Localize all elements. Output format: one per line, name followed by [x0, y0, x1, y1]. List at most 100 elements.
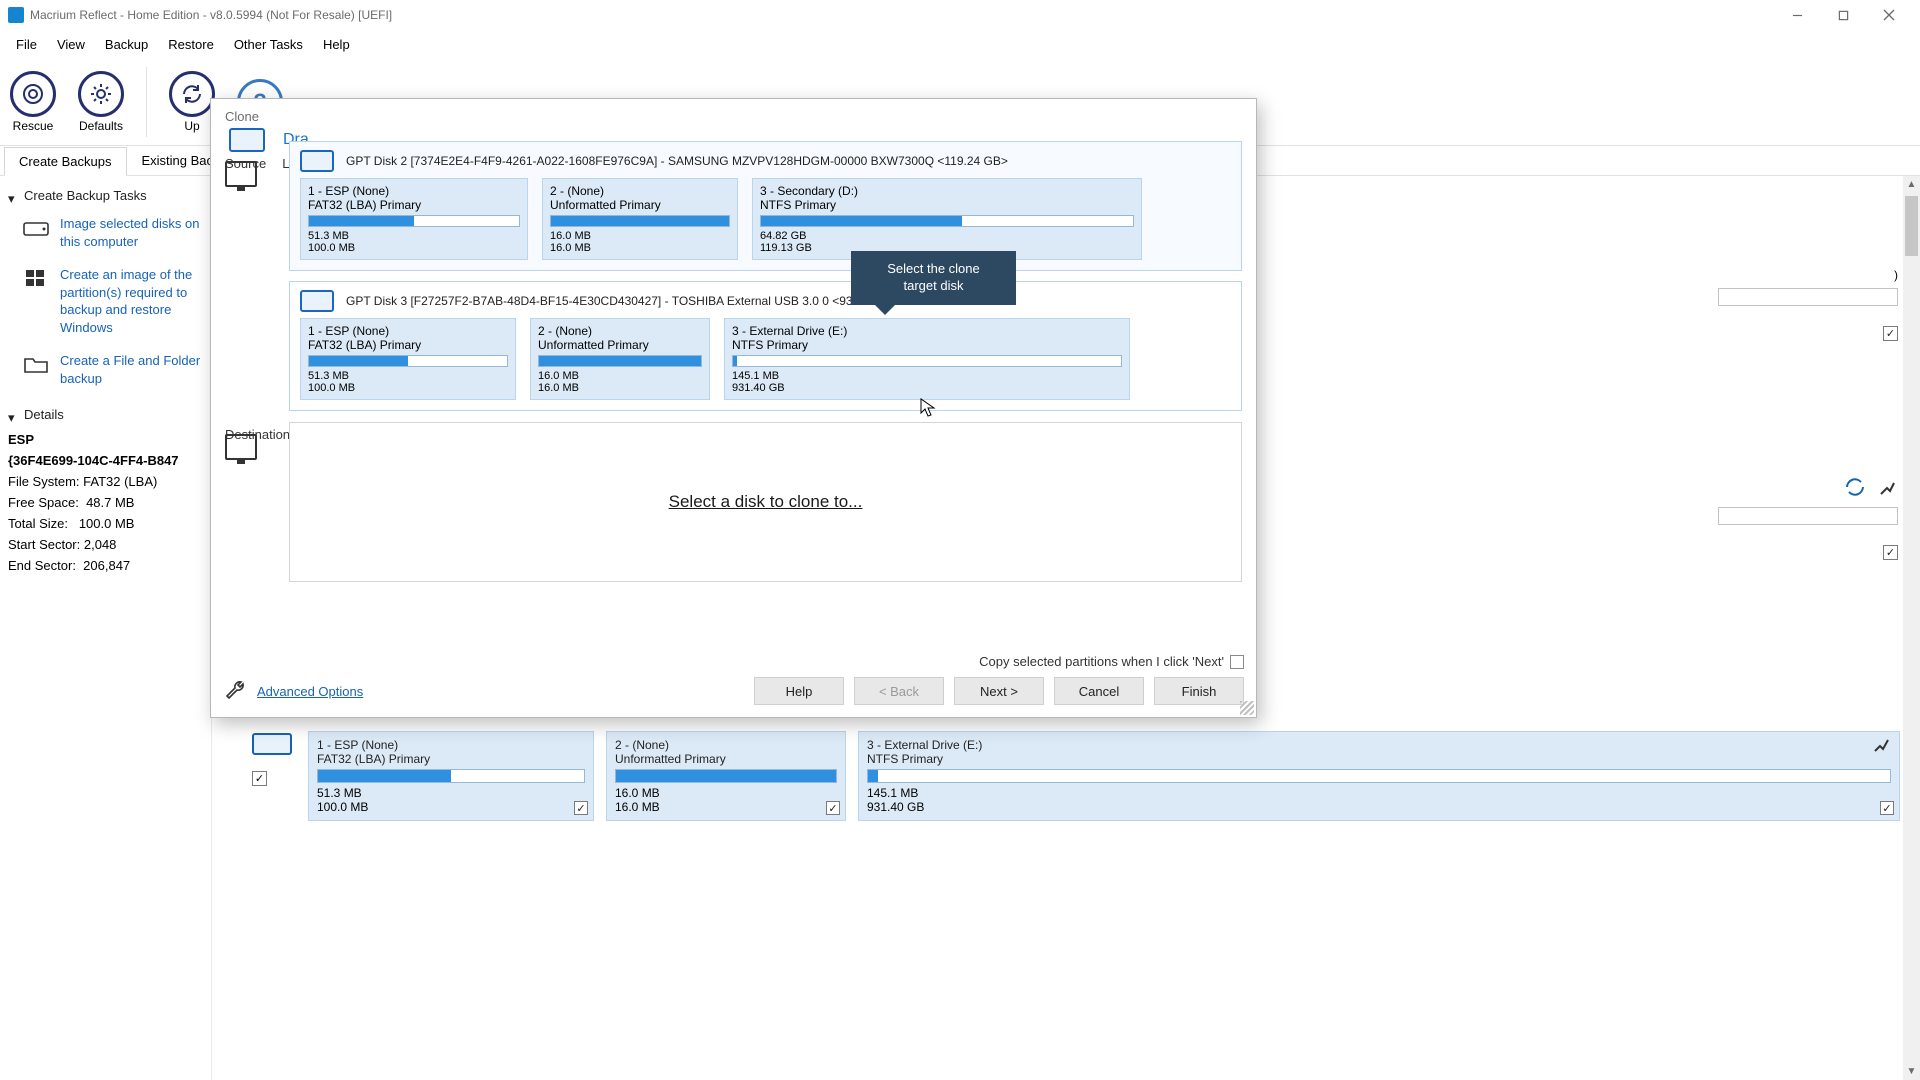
- sidebar: ▾ Create Backup Tasks Image selected dis…: [0, 176, 212, 1080]
- partition-card[interactable]: 1 - ESP (None)FAT32 (LBA) Primary 51.3 MB…: [300, 178, 528, 260]
- bg-partition-1[interactable]: 1 - ESP (None) FAT32 (LBA) Primary 51.3 …: [308, 731, 594, 821]
- partition-name: 3 - Secondary (D:): [760, 184, 1134, 198]
- tool-updates[interactable]: Up: [169, 71, 215, 133]
- disk-checkbox[interactable]: ✓: [252, 771, 267, 786]
- menu-bar: File View Backup Restore Other Tasks Hel…: [0, 30, 1920, 58]
- monitor-icon: [225, 434, 257, 460]
- partition-used: 64.82 GB: [760, 230, 1134, 242]
- sidebar-section-details[interactable]: ▾ Details: [8, 403, 203, 426]
- usage-bar: [308, 355, 508, 367]
- menu-backup[interactable]: Backup: [95, 33, 158, 56]
- details-free-space: Free Space: 48.7 MB: [8, 492, 203, 513]
- close-button[interactable]: [1866, 0, 1912, 30]
- checkbox-icon[interactable]: ✓: [1880, 801, 1894, 815]
- tool-rescue[interactable]: Rescue: [10, 71, 56, 133]
- details-total-size: Total Size: 100.0 MB: [8, 513, 203, 534]
- advanced-options-link[interactable]: Advanced Options: [223, 678, 363, 704]
- sidebar-section-backup-tasks[interactable]: ▾ Create Backup Tasks: [8, 184, 203, 207]
- details-name: ESP: [8, 426, 203, 450]
- partition-used: 51.3 MB: [308, 230, 520, 242]
- dialog-title: Clone: [211, 99, 1256, 128]
- partition-name: 3 - External Drive (E:): [732, 324, 1122, 338]
- candidate-disk-panel[interactable]: GPT Disk 3 [F27257F2-B7AB-48D4-BF15-4E30…: [289, 281, 1242, 411]
- partition-fs: NTFS Primary: [760, 198, 1134, 212]
- cancel-button[interactable]: Cancel: [1054, 677, 1144, 705]
- task-image-windows-partitions[interactable]: Create an image of the partition(s) requ…: [8, 258, 203, 344]
- vertical-scrollbar[interactable]: ▲ ▼: [1903, 176, 1920, 1080]
- refresh-icon[interactable]: [1844, 476, 1866, 498]
- wrench-icon: [223, 678, 249, 704]
- task-file-folder-backup[interactable]: Create a File and Folder backup: [8, 344, 203, 395]
- toolbar-separator: [146, 67, 147, 137]
- destination-panel: Select a disk to clone to...: [289, 422, 1242, 582]
- folder-icon: [22, 352, 50, 376]
- partition-fs: Unformatted Primary: [550, 198, 730, 212]
- help-button[interactable]: Help: [754, 677, 844, 705]
- partition-card[interactable]: 2 - (None)Unformatted Primary16.0 MB16.0…: [542, 178, 738, 260]
- scroll-up-arrow[interactable]: ▲: [1903, 176, 1920, 193]
- menu-other-tasks[interactable]: Other Tasks: [224, 33, 313, 56]
- disk-header: GPT Disk 2 [7374E2E4-F4F9-4261-A022-1608…: [346, 154, 1008, 168]
- task-label: Create a File and Folder backup: [60, 352, 203, 387]
- chevron-down-icon: ▾: [8, 410, 18, 420]
- copy-partitions-checkbox[interactable]: [1230, 655, 1244, 669]
- partition-card[interactable]: 3 - External Drive (E:)NTFS Primary145.1…: [724, 318, 1130, 400]
- details-guid: {36F4E699-104C-4FF4-B847: [8, 450, 203, 471]
- checkbox-icon[interactable]: ✓: [826, 801, 840, 815]
- bg-partition-3[interactable]: 3 - External Drive (E:) NTFS Primary 145…: [858, 731, 1900, 821]
- disk-icon: [252, 733, 292, 755]
- gear-icon: [78, 71, 124, 117]
- finish-button[interactable]: Finish: [1154, 677, 1244, 705]
- tooltip: Select the clone target disk: [851, 251, 1016, 305]
- bg-partition-strip-1: ) ✓: [1718, 268, 1898, 341]
- maximize-button[interactable]: [1820, 0, 1866, 30]
- monitor-icon: [225, 161, 257, 187]
- run-icon[interactable]: [1871, 736, 1893, 757]
- menu-help[interactable]: Help: [313, 33, 360, 56]
- checkbox-icon[interactable]: ✓: [1883, 545, 1898, 560]
- menu-view[interactable]: View: [47, 33, 95, 56]
- task-label: Create an image of the partition(s) requ…: [60, 266, 203, 336]
- tab-create-backups[interactable]: Create Backups: [4, 147, 127, 176]
- disk-header: GPT Disk 3 [F27257F2-B7AB-48D4-BF15-4E30…: [346, 294, 904, 308]
- tool-defaults[interactable]: Defaults: [78, 71, 124, 133]
- task-image-selected-disks[interactable]: Image selected disks on this computer: [8, 207, 203, 258]
- menu-restore[interactable]: Restore: [158, 33, 224, 56]
- usage-bar: [550, 215, 730, 227]
- next-button[interactable]: Next >: [954, 677, 1044, 705]
- details-filesystem: File System: FAT32 (LBA): [8, 471, 203, 492]
- partition-total: 931.40 GB: [732, 382, 1122, 394]
- details-panel: ESP {36F4E699-104C-4FF4-B847 File System…: [8, 426, 203, 576]
- scroll-down-arrow[interactable]: ▼: [1903, 1063, 1920, 1080]
- disk-icon: [300, 150, 334, 172]
- minimize-button[interactable]: [1774, 0, 1820, 30]
- life-ring-icon: [10, 71, 56, 117]
- partition-used: 16.0 MB: [538, 370, 702, 382]
- checkbox-icon[interactable]: ✓: [1883, 326, 1898, 341]
- bg-partition-2[interactable]: 2 - (None) Unformatted Primary 16.0 MB 1…: [606, 731, 846, 821]
- partition-card[interactable]: 3 - Secondary (D:)NTFS Primary64.82 GB11…: [752, 178, 1142, 260]
- partition-name: 1 - ESP (None): [308, 324, 508, 338]
- partition-card[interactable]: 1 - ESP (None)FAT32 (LBA) Primary51.3 MB…: [300, 318, 516, 400]
- menu-file[interactable]: File: [6, 33, 47, 56]
- partition-fs: Unformatted Primary: [538, 338, 702, 352]
- run-icon[interactable]: [1876, 476, 1898, 498]
- windows-icon: [22, 266, 50, 290]
- partition-used: 145.1 MB: [732, 370, 1122, 382]
- usage-bar: [1718, 507, 1898, 525]
- chevron-down-icon: ▾: [8, 191, 18, 201]
- select-destination-link[interactable]: Select a disk to clone to...: [669, 492, 863, 512]
- partition-card[interactable]: 2 - (None)Unformatted Primary16.0 MB16.0…: [530, 318, 710, 400]
- scroll-thumb[interactable]: [1905, 196, 1918, 256]
- app-icon: [8, 7, 24, 23]
- partition-total: 16.0 MB: [538, 382, 702, 394]
- partition-fs: FAT32 (LBA) Primary: [308, 198, 520, 212]
- partition-used: 51.3 MB: [308, 370, 508, 382]
- partition-total: 100.0 MB: [308, 242, 520, 254]
- checkbox-icon[interactable]: ✓: [574, 801, 588, 815]
- partition-name: 1 - ESP (None): [308, 184, 520, 198]
- resize-grip[interactable]: [1240, 701, 1254, 715]
- copy-partitions-label: Copy selected partitions when I click 'N…: [979, 654, 1224, 669]
- refresh-icon: [169, 71, 215, 117]
- usage-bar: [732, 355, 1122, 367]
